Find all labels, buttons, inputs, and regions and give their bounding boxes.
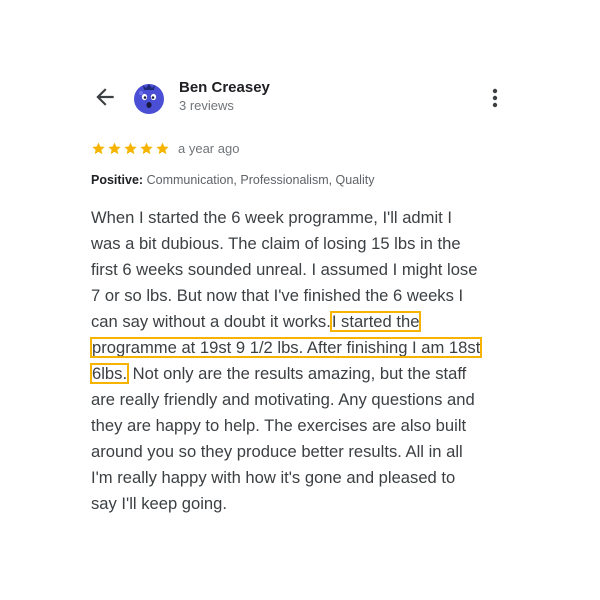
review-text-segment: can say without a doubt it works.	[91, 312, 331, 331]
more-options-button[interactable]	[486, 86, 504, 110]
review-line: was a bit dubious. The claim of losing 1…	[91, 231, 531, 257]
reviewer-name[interactable]: Ben Creasey	[179, 79, 270, 96]
star-icon	[108, 142, 121, 154]
review-text: When I started the 6 week programme, I'l…	[89, 205, 531, 517]
review-line: programme at 19st 9 1/2 lbs. After finis…	[89, 335, 531, 361]
attributes-label: Positive:	[91, 173, 144, 187]
review-text-segment: I'm really happy with how it's gone and …	[91, 468, 456, 487]
review-text-segment: they are happy to help. The exercises ar…	[91, 416, 467, 435]
review-card: Ben Creasey 3 reviews a year ago Positiv…	[0, 0, 600, 600]
back-button[interactable]	[92, 84, 118, 110]
review-line: are really friendly and motivating. Any …	[91, 387, 531, 413]
review-line: 7 or so lbs. But now that I've finished …	[91, 283, 531, 309]
star-icon	[124, 142, 137, 154]
review-text-segment: are really friendly and motivating. Any …	[91, 390, 475, 409]
review-text-segment: Not only are the results amazing, but th…	[128, 364, 467, 383]
avatar[interactable]	[130, 78, 168, 116]
arrow-back-icon	[96, 88, 114, 106]
more-vert-icon	[492, 88, 498, 108]
review-line: say I'll keep going.	[91, 491, 531, 517]
star-icon	[156, 142, 169, 154]
review-line: 6lbs. Not only are the results amazing, …	[89, 361, 531, 387]
review-text-segment: first 6 weeks sounded unreal. I assumed …	[91, 260, 478, 279]
highlighted-text: programme at 19st 9 1/2 lbs. After finis…	[89, 337, 483, 358]
review-text-segment: around you so they produce better result…	[91, 442, 463, 461]
review-line: they are happy to help. The exercises ar…	[91, 413, 531, 439]
review-line: can say without a doubt it works.I start…	[91, 309, 531, 335]
review-line: first 6 weeks sounded unreal. I assumed …	[91, 257, 531, 283]
review-date: a year ago	[178, 140, 240, 156]
review-text-segment: 7 or so lbs. But now that I've finished …	[91, 286, 464, 305]
review-text-segment: say I'll keep going.	[91, 494, 227, 513]
star-rating	[91, 141, 170, 156]
highlighted-text: 6lbs.	[89, 363, 130, 384]
review-text-segment: When I started the 6 week programme, I'l…	[91, 208, 453, 227]
attributes-values: Communication, Professionalism, Quality	[146, 173, 375, 187]
review-text-segment: was a bit dubious. The claim of losing 1…	[91, 234, 461, 253]
review-attributes: Positive: Communication, Professionalism…	[91, 173, 374, 187]
star-icon	[140, 142, 153, 154]
highlighted-text: I started the	[329, 311, 422, 332]
review-line: I'm really happy with how it's gone and …	[91, 465, 531, 491]
star-icon	[92, 142, 105, 154]
blueberry-avatar-icon	[134, 84, 164, 114]
rating-row: a year ago	[91, 140, 239, 156]
review-count: 3 reviews	[179, 98, 234, 113]
review-line: around you so they produce better result…	[91, 439, 531, 465]
review-line: When I started the 6 week programme, I'l…	[91, 205, 531, 231]
